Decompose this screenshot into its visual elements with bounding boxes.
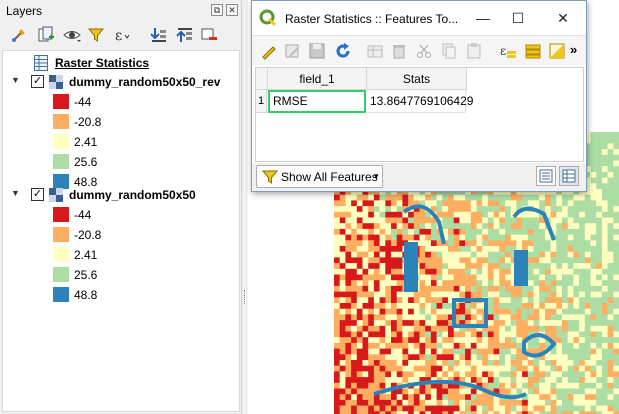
layers-panel: Layers ⧉ ✕ ε Raster Statistics ▼ ✓ dummy… bbox=[0, 0, 242, 414]
legend-swatch bbox=[53, 207, 69, 222]
legend-label: -44 bbox=[74, 95, 92, 109]
layer-visibility-checkbox[interactable]: ✓ bbox=[31, 188, 44, 201]
layer-visibility-checkbox[interactable]: ✓ bbox=[31, 75, 44, 88]
legend-label: 2.41 bbox=[74, 135, 98, 149]
legend-label: -20.8 bbox=[74, 115, 102, 129]
close-button[interactable]: ✕ bbox=[552, 7, 574, 29]
raster-layer-icon bbox=[49, 75, 63, 89]
legend-item: 2.41 bbox=[3, 245, 239, 265]
legend-item: 48.8 bbox=[3, 285, 239, 305]
save-edits-icon[interactable] bbox=[308, 42, 326, 60]
legend-item: -20.8 bbox=[3, 112, 239, 132]
legend-swatch bbox=[53, 247, 69, 262]
svg-text:ε: ε bbox=[115, 28, 122, 44]
row-header[interactable]: 1 bbox=[256, 90, 267, 113]
add-group-icon[interactable] bbox=[37, 26, 55, 44]
float-panel-button[interactable]: ⧉ bbox=[211, 4, 223, 16]
legend-item: -44 bbox=[3, 205, 239, 225]
splitter-grip[interactable] bbox=[244, 290, 246, 304]
layers-toolbar: ε bbox=[0, 22, 242, 48]
legend-item: -44 bbox=[3, 92, 239, 112]
svg-text:ε: ε bbox=[500, 44, 506, 58]
form-view-icon bbox=[539, 169, 553, 183]
window-title: Raster Statistics :: Features To... bbox=[285, 12, 459, 26]
collapse-all-icon[interactable] bbox=[176, 26, 194, 44]
table-view-button[interactable] bbox=[559, 166, 579, 186]
attribute-window-titlebar[interactable]: Raster Statistics :: Features To... — ☐ … bbox=[252, 1, 586, 35]
show-all-features-button[interactable]: Show All Features ▾ bbox=[256, 165, 383, 188]
legend-item: 2.41 bbox=[3, 132, 239, 152]
remove-layer-icon[interactable] bbox=[200, 26, 218, 44]
table-cell-field-1[interactable]: RMSE bbox=[268, 90, 366, 113]
style-manager-icon[interactable] bbox=[10, 26, 28, 44]
legend-label: 25.6 bbox=[74, 268, 98, 282]
visibility-eye-icon[interactable] bbox=[63, 26, 81, 44]
layer-group-name: Raster Statistics bbox=[55, 56, 150, 70]
layer-group-raster-statistics[interactable]: Raster Statistics bbox=[3, 53, 239, 73]
collapse-arrow-icon[interactable]: ▼ bbox=[11, 75, 21, 87]
table-view-icon bbox=[562, 169, 576, 183]
attribute-table-bottombar: Show All Features ▾ bbox=[252, 163, 586, 191]
expand-all-icon[interactable] bbox=[150, 26, 168, 44]
layers-panel-titlebar: Layers ⧉ ✕ bbox=[0, 0, 241, 22]
layers-panel-title: Layers bbox=[6, 4, 43, 18]
legend-item: -20.8 bbox=[3, 225, 239, 245]
table-layer-icon bbox=[34, 55, 48, 71]
legend-swatch bbox=[53, 134, 69, 149]
dropdown-arrow-icon: ▾ bbox=[374, 171, 379, 181]
legend-swatch bbox=[53, 227, 69, 242]
filter-funnel-icon[interactable] bbox=[87, 26, 105, 44]
expression-select-icon[interactable]: ε bbox=[499, 42, 517, 60]
toggle-editing-icon[interactable] bbox=[260, 42, 278, 60]
reload-icon[interactable] bbox=[334, 42, 352, 60]
legend-label: 25.6 bbox=[74, 155, 98, 169]
corner-header[interactable] bbox=[256, 68, 268, 90]
layer-row-dummy-random50x50-rev[interactable]: ▼ ✓ dummy_random50x50_rev bbox=[3, 72, 239, 92]
legend-swatch bbox=[53, 287, 69, 302]
legend-label: -20.8 bbox=[74, 228, 102, 242]
invert-selection-icon[interactable] bbox=[548, 42, 566, 60]
toolbar-overflow-button[interactable]: » bbox=[570, 42, 577, 57]
attribute-table-toolbar: ε » bbox=[252, 35, 586, 65]
collapse-arrow-icon[interactable]: ▼ bbox=[11, 188, 21, 200]
column-header-stats[interactable]: Stats bbox=[367, 68, 467, 90]
raster-layer-icon bbox=[49, 188, 63, 202]
multi-edit-icon[interactable] bbox=[284, 42, 302, 60]
minimize-button[interactable]: — bbox=[472, 7, 494, 29]
layer-name: dummy_random50x50_rev bbox=[69, 75, 221, 89]
delete-feature-icon[interactable] bbox=[390, 42, 408, 60]
legend-item: 25.6 bbox=[3, 265, 239, 285]
legend-swatch bbox=[53, 94, 69, 109]
add-feature-icon[interactable] bbox=[366, 42, 384, 60]
legend-swatch bbox=[53, 267, 69, 282]
table-cell-stats[interactable]: 13.8647769106429 bbox=[367, 90, 473, 113]
legend-swatch bbox=[53, 114, 69, 129]
attribute-table-window: Raster Statistics :: Features To... — ☐ … bbox=[251, 0, 587, 192]
qgis-logo-icon bbox=[259, 9, 277, 27]
select-all-icon[interactable] bbox=[524, 42, 542, 60]
legend-swatch bbox=[53, 154, 69, 169]
attribute-table-grid: field_1 Stats 1 RMSE 13.8647769106429 bbox=[255, 67, 584, 162]
paste-icon[interactable] bbox=[465, 42, 483, 60]
show-all-features-label: Show All Features bbox=[281, 170, 378, 184]
layers-tree: Raster Statistics ▼ ✓ dummy_random50x50_… bbox=[2, 50, 240, 412]
legend-label: -44 bbox=[74, 208, 92, 222]
close-panel-button[interactable]: ✕ bbox=[226, 4, 238, 16]
epsilon-filter-icon[interactable]: ε bbox=[113, 26, 131, 44]
copy-icon[interactable] bbox=[440, 42, 458, 60]
layer-name: dummy_random50x50 bbox=[69, 188, 196, 202]
legend-label: 48.8 bbox=[74, 288, 98, 302]
legend-label: 2.41 bbox=[74, 248, 98, 262]
maximize-button[interactable]: ☐ bbox=[507, 7, 529, 29]
layer-row-dummy-random50x50[interactable]: ▼ ✓ dummy_random50x50 bbox=[3, 185, 239, 205]
legend-item: 25.6 bbox=[3, 152, 239, 172]
filter-funnel-icon bbox=[262, 170, 278, 184]
form-view-button[interactable] bbox=[536, 166, 556, 186]
cut-icon[interactable] bbox=[415, 42, 433, 60]
column-header-field-1[interactable]: field_1 bbox=[268, 68, 367, 90]
